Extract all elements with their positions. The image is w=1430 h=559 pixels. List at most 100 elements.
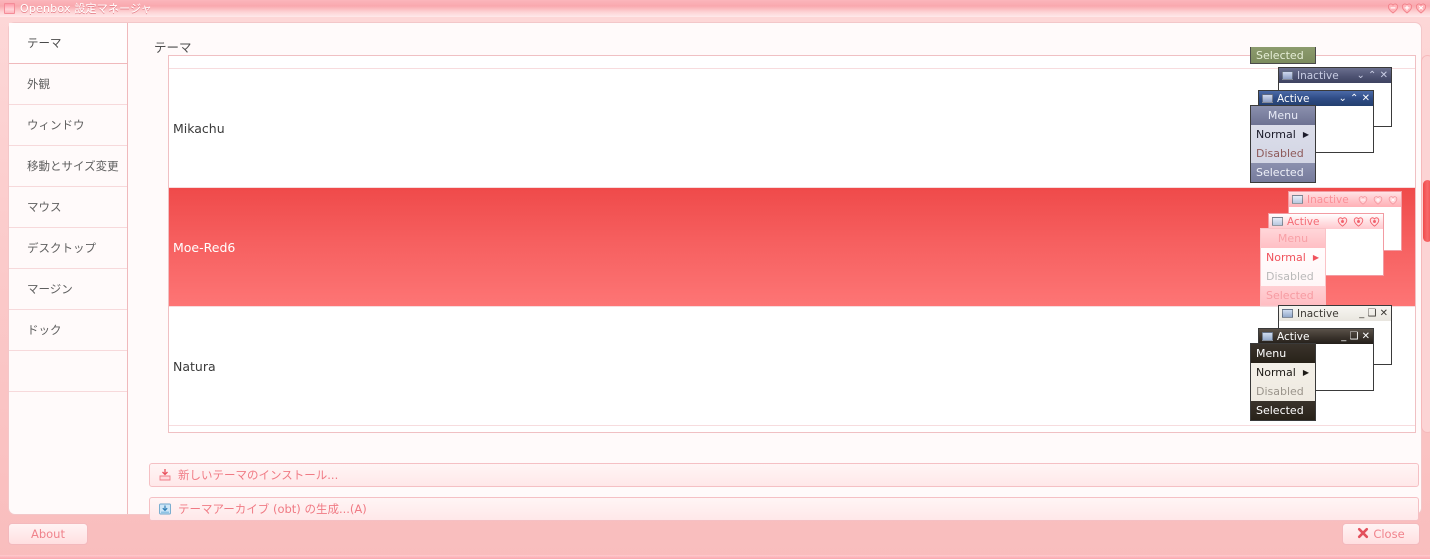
sidebar-item-desktops[interactable]: デスクトップ xyxy=(9,228,127,269)
about-button[interactable]: About xyxy=(8,523,88,545)
preview-menu-item-selected: Selected xyxy=(1251,163,1315,182)
sidebar-item-mouse[interactable]: マウス xyxy=(9,187,127,228)
close-dialog-button[interactable]: Close xyxy=(1342,523,1420,545)
minimize-button[interactable] xyxy=(1387,2,1399,14)
page-title: テーマ xyxy=(154,40,192,55)
sidebar-item-windows[interactable]: ウィンドウ xyxy=(9,105,127,146)
content-panel: テーマ 外観 ウィンドウ 移動とサイズ変更 マウス デスクトップ マージン ドッ… xyxy=(8,22,1430,521)
maximize-button[interactable] xyxy=(1401,2,1413,14)
preview-menu-disabled-label: Disabled xyxy=(1256,147,1304,160)
preview-window-buttons: _ ❑ ✕ xyxy=(1341,331,1370,342)
preview-menu-header: Menu xyxy=(1261,229,1325,248)
preview-title-label: Active xyxy=(1287,215,1320,228)
table-row[interactable]: Moe-Red6 xyxy=(169,188,1415,307)
preview-title-label: Inactive xyxy=(1297,307,1339,320)
preview-menu-normal-label: Normal xyxy=(1266,251,1306,264)
window-title: Openbox 設定マネージャ xyxy=(20,2,152,15)
footer-bar: About Close xyxy=(0,518,1430,559)
create-theme-archive-label: テーマアーカイブ (obt) の生成...(A) xyxy=(178,502,367,516)
sidebar-item-theme[interactable]: テーマ xyxy=(9,23,127,64)
sidebar-item-label: デスクトップ xyxy=(27,241,96,255)
preview-window-buttons: ⌄ ⌃ ✕ xyxy=(1356,70,1389,81)
window-icon xyxy=(1262,332,1273,341)
window-icon xyxy=(1262,94,1273,103)
table-row[interactable]: Natura xyxy=(169,307,1415,426)
preview-menu-normal-label: Normal xyxy=(1256,366,1296,379)
close-button[interactable] xyxy=(1415,2,1427,14)
preview-titlebar-active: Active _ ❑ ✕ xyxy=(1259,329,1373,344)
sidebar-item-label: 移動とサイズ変更 xyxy=(27,159,119,173)
sidebar: テーマ 外観 ウィンドウ 移動とサイズ変更 マウス デスクトップ マージン ドッ… xyxy=(9,23,128,514)
sidebar-item-margins[interactable]: マージン xyxy=(9,269,127,310)
sidebar-item-label: マウス xyxy=(27,200,62,214)
submenu-arrow-icon: ▶ xyxy=(1302,368,1309,377)
scrollbar-thumb[interactable] xyxy=(1423,180,1430,242)
preview-menu-item-normal: Normal ▶ xyxy=(1261,248,1325,267)
submenu-arrow-icon: ▶ xyxy=(1302,130,1309,139)
preview-menu-header: Menu xyxy=(1251,344,1315,363)
preview-titlebar-inactive: Inactive xyxy=(1289,192,1401,207)
preview-titlebar-inactive: Inactive ⌄ ⌃ ✕ xyxy=(1279,68,1391,83)
preview-menu-item-selected: Selected xyxy=(1261,286,1325,305)
theme-list[interactable]: Mikachu Moe-Red6 Natura xyxy=(168,55,1416,433)
preview-menu-header-label: Menu xyxy=(1277,232,1309,245)
theme-name: Moe-Red6 xyxy=(173,239,236,255)
window-icon xyxy=(1272,217,1283,226)
preview-titlebar-inactive: Inactive _ ❑ ✕ xyxy=(1279,306,1391,321)
sidebar-item-label: ウィンドウ xyxy=(27,118,85,132)
install-new-theme-label: 新しいテーマのインストール... xyxy=(178,468,339,482)
sidebar-item-label: ドック xyxy=(27,323,62,337)
close-x-icon xyxy=(1357,527,1369,542)
window-icon xyxy=(1282,71,1293,80)
preview-window-buttons xyxy=(1337,216,1380,227)
preview-window-buttons xyxy=(1358,195,1398,205)
preview-menu-disabled-label: Disabled xyxy=(1256,385,1304,398)
preview-menu-selected-label: Selected xyxy=(1256,48,1304,62)
preview-menu-item-normal: Normal ▶ xyxy=(1251,125,1315,144)
sidebar-item-dock[interactable]: ドック xyxy=(9,310,127,351)
sidebar-item-label: マージン xyxy=(27,282,73,296)
preview-menu: Menu Normal ▶ Disabled Selected xyxy=(1260,228,1326,306)
about-label: About xyxy=(30,527,65,541)
footer-edge xyxy=(0,555,1430,559)
preview-menu-normal-label: Normal xyxy=(1256,128,1296,141)
preview-menu-selected-label: Selected xyxy=(1256,404,1304,417)
preview-menu-header-label: Menu xyxy=(1256,347,1287,360)
sidebar-item-label: 外観 xyxy=(27,77,50,91)
preview-menu: Menu Normal ▶ Disabled Selected xyxy=(1250,343,1316,421)
table-row[interactable] xyxy=(169,56,1415,69)
theme-list-scrollbar[interactable] xyxy=(1421,55,1430,433)
preview-menu-item-normal: Normal ▶ xyxy=(1251,363,1315,382)
window-controls xyxy=(1387,2,1427,14)
preview-menu-header-label: Menu xyxy=(1267,109,1299,122)
theme-name: Natura xyxy=(173,358,216,374)
install-theme-icon xyxy=(158,468,172,482)
archive-theme-icon xyxy=(158,502,172,516)
sidebar-filler xyxy=(9,351,127,392)
window-icon xyxy=(1292,195,1303,204)
preview-menu-item-disabled: Disabled xyxy=(1251,382,1315,401)
preview-title-label: Inactive xyxy=(1307,193,1349,206)
application-window: Openbox 設定マネージャ テーマ 外観 ウィンドウ 移動とサイズ変更 マウ… xyxy=(0,0,1430,559)
app-icon xyxy=(4,3,15,14)
close-label: Close xyxy=(1373,527,1405,541)
sidebar-item-label: テーマ xyxy=(27,36,62,50)
sidebar-item-move-resize[interactable]: 移動とサイズ変更 xyxy=(9,146,127,187)
window-titlebar[interactable]: Openbox 設定マネージャ xyxy=(0,0,1430,17)
preview-menu: Menu Normal ▶ Disabled Selected xyxy=(1250,105,1316,183)
sidebar-item-appearance[interactable]: 外観 xyxy=(9,64,127,105)
preview-window-buttons: ⌄ ⌃ ✕ xyxy=(1338,93,1371,104)
preview-titlebar-active: Active ⌄ ⌃ ✕ xyxy=(1259,91,1373,106)
window-icon xyxy=(1282,309,1293,318)
preview-menu-selected-label: Selected xyxy=(1256,166,1304,179)
preview-menu-disabled-label: Disabled xyxy=(1266,270,1314,283)
table-row[interactable]: Mikachu xyxy=(169,69,1415,188)
preview-menu-item-disabled: Disabled xyxy=(1261,267,1325,286)
preview-title-label: Active xyxy=(1277,92,1310,105)
preview-window-buttons: _ ❑ ✕ xyxy=(1359,308,1388,319)
install-new-theme-button[interactable]: 新しいテーマのインストール... xyxy=(149,463,1419,487)
preview-title-label: Inactive xyxy=(1297,69,1339,82)
preview-titlebar-active: Active xyxy=(1269,214,1383,229)
preview-menu-selected-label: Selected xyxy=(1266,289,1314,302)
preview-menu-item-disabled: Disabled xyxy=(1251,144,1315,163)
